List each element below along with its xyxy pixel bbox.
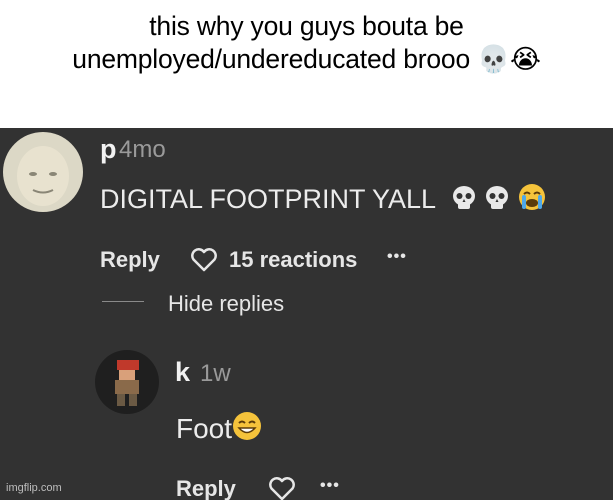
comment-text: DIGITAL FOOTPRINT YALL [100, 183, 546, 218]
comment-username[interactable]: p [100, 134, 117, 165]
reply-button[interactable]: Reply [100, 247, 160, 273]
comment-age: 4mo [119, 136, 166, 163]
avatar[interactable] [3, 132, 83, 212]
reply-text: Foot [176, 411, 262, 448]
avatar[interactable] [95, 350, 159, 414]
meme-caption-area: this why you guys bouta be unemployed/un… [0, 0, 613, 128]
heart-icon[interactable] [190, 248, 218, 277]
grinning-sweat-emoji-icon [232, 411, 262, 448]
meme-caption: this why you guys bouta be unemployed/un… [72, 11, 541, 74]
skull-emoji-icon [451, 185, 477, 218]
more-options-button[interactable]: ••• [387, 248, 407, 266]
comment-thread: p 4mo DIGITAL FOOTPRINT YALL Reply 15 re… [0, 128, 613, 500]
watermark: imgflip.com [6, 482, 62, 494]
comment-text-content: DIGITAL FOOTPRINT YALL [100, 184, 436, 214]
heart-icon[interactable] [268, 477, 296, 500]
divider-line [102, 301, 144, 302]
reactions-count[interactable]: 15 reactions [229, 247, 357, 273]
reply-button[interactable]: Reply [176, 476, 236, 500]
reply-username[interactable]: k [175, 357, 190, 388]
reply-text-content: Foot [176, 413, 233, 444]
hide-replies-button[interactable]: Hide replies [168, 291, 284, 317]
skull-emoji-icon [484, 185, 510, 218]
reply-age: 1w [200, 360, 231, 387]
more-options-button[interactable]: ••• [320, 477, 340, 495]
crying-emoji-icon [518, 183, 546, 218]
